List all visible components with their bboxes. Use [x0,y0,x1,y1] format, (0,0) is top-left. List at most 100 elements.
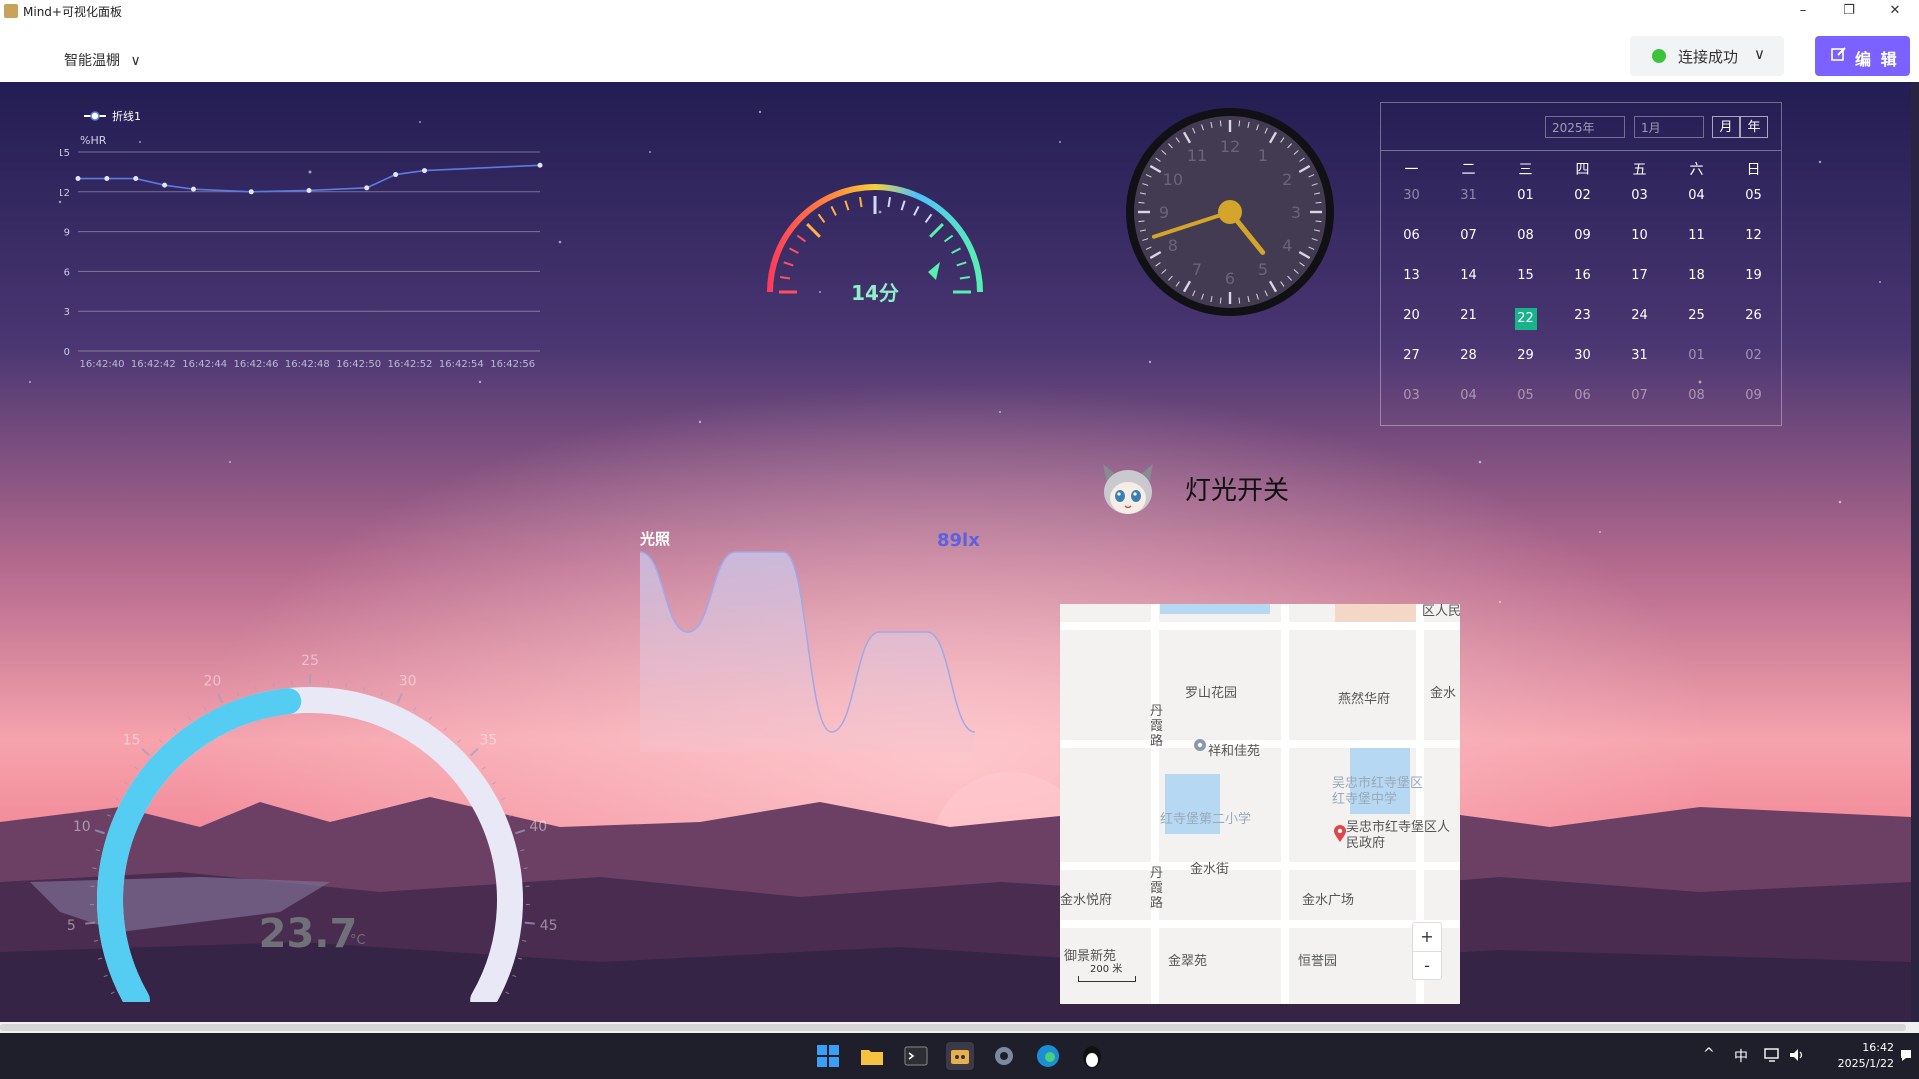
map-label: 丹霞路 [1150,704,1164,749]
project-selector[interactable]: 智能温棚 ∨ [64,50,141,70]
calendar-day[interactable]: 22 [1497,308,1554,330]
calendar-divider [1381,150,1781,151]
connection-status-dropdown[interactable]: 连接成功 ∨ [1630,36,1784,76]
calendar-day[interactable]: 12 [1725,228,1782,243]
calendar-day[interactable]: 08 [1668,388,1725,403]
gauge-tick [858,197,863,208]
calendar-day[interactable]: 09 [1725,388,1782,403]
calendar-day[interactable]: 26 [1725,308,1782,323]
volume-icon[interactable] [1788,1047,1806,1063]
calendar-day[interactable]: 03 [1383,388,1440,403]
calendar-day[interactable]: 31 [1440,188,1497,203]
calendar-day[interactable]: 07 [1611,388,1668,403]
maximize-button[interactable]: ❐ [1827,0,1871,22]
calendar-day[interactable]: 24 [1611,308,1668,323]
settings-button[interactable] [990,1042,1018,1070]
file-explorer-button[interactable] [858,1042,886,1070]
vertical-scrollbar[interactable] [1911,82,1919,1022]
gauge-tick [172,727,177,732]
calendar-day[interactable]: 19 [1725,268,1782,283]
y-tick-label: 9 [64,228,70,239]
calendar-day[interactable]: 09 [1554,228,1611,243]
edge-browser-button[interactable] [1034,1042,1062,1070]
calendar-day[interactable]: 14 [1440,268,1497,283]
gear-icon [995,1047,1013,1065]
calendar-day[interactable]: 27 [1383,348,1440,363]
start-button[interactable] [814,1042,842,1070]
calendar-day[interactable]: 08 [1497,228,1554,243]
calendar-day[interactable]: 04 [1440,388,1497,403]
calendar-day[interactable]: 06 [1383,228,1440,243]
calendar-day[interactable]: 10 [1611,228,1668,243]
edit-button[interactable]: 编 辑 [1815,36,1910,76]
map-label: 金翠苑 [1168,954,1208,969]
ime-indicator[interactable]: 中 [1734,1046,1748,1066]
calendar-day-label: 17 [1631,268,1648,283]
notification-icon[interactable] [1898,1047,1914,1063]
calendar-day[interactable]: 21 [1440,308,1497,323]
calendar-day[interactable]: 17 [1611,268,1668,283]
calendar-day[interactable]: 28 [1440,348,1497,363]
calendar-day[interactable]: 03 [1611,188,1668,203]
calendar-day[interactable]: 29 [1497,348,1554,363]
network-icon[interactable] [1764,1047,1782,1063]
calendar-day[interactable]: 01 [1668,348,1725,363]
close-button[interactable]: ✕ [1873,0,1917,22]
calendar-day[interactable]: 18 [1668,268,1725,283]
map-label: 罗山花园 [1185,686,1238,701]
gauge-tick [780,275,791,280]
tray-overflow-icon[interactable]: ^ [1703,1046,1715,1062]
weekday-header: 五 [1632,162,1647,178]
calendar-day[interactable]: 20 [1383,308,1440,323]
map-label: 丹霞路 [1150,866,1164,911]
scrollbar-thumb[interactable] [0,1024,1906,1031]
gauge-tick [523,867,528,869]
month-mode-button[interactable]: 月 [1712,116,1740,138]
calendar-day[interactable]: 06 [1554,388,1611,403]
light-switch-widget[interactable]: 灯光开关 [1095,454,1355,520]
month-input[interactable]: 1月 [1634,116,1704,138]
year-input[interactable]: 2025年 [1545,116,1625,138]
calendar-day[interactable]: 05 [1725,188,1782,203]
terminal-button[interactable] [902,1042,930,1070]
calendar-day-label: 29 [1517,348,1534,363]
minimize-button[interactable]: – [1781,0,1825,22]
calendar-day[interactable]: 02 [1725,348,1782,363]
calendar-day[interactable]: 31 [1611,348,1668,363]
calendar-day-label: 26 [1745,308,1762,323]
mindplus-app-button[interactable] [946,1042,974,1070]
gauge-tick [217,693,224,704]
calendar-day[interactable]: 23 [1554,308,1611,323]
map-widget[interactable]: 罗山花园 燕然华府 金水 丹霞路 祥和佳苑 吴忠市红寺堡区红寺堡中学 红寺堡第二… [1060,604,1460,1004]
gauge-tick [512,974,517,978]
gauge-tick [508,814,514,817]
map-pin-icon[interactable] [1333,825,1347,843]
clock-tick [1219,297,1222,304]
calendar-day[interactable]: 25 [1668,308,1725,323]
horizontal-scrollbar[interactable] [0,1022,1919,1033]
gauge-tick [501,797,506,801]
year-mode-button[interactable]: 年 [1740,116,1768,138]
zoom-in-button[interactable]: + [1413,923,1441,952]
calendar-day[interactable]: 04 [1668,188,1725,203]
zoom-out-button[interactable]: - [1413,952,1441,979]
calendar-day[interactable]: 30 [1554,348,1611,363]
map-zoom-control: + - [1412,922,1442,980]
calendar-day[interactable]: 30 [1383,188,1440,203]
calendar-day-label: 23 [1574,308,1591,323]
project-name: 智能温棚 [64,53,120,69]
calendar-day[interactable]: 16 [1554,268,1611,283]
qq-button[interactable] [1078,1042,1106,1070]
calendar-day[interactable]: 15 [1497,268,1554,283]
calendar-day[interactable]: 11 [1668,228,1725,243]
system-clock[interactable]: 16:42 2025/1/22 [1822,1040,1894,1072]
calendar-day[interactable]: 02 [1554,188,1611,203]
gauge-tick [141,748,151,757]
calendar-day[interactable]: 13 [1383,268,1440,283]
calendar-day[interactable]: 07 [1440,228,1497,243]
weekday-header: 四 [1575,162,1590,178]
calendar-day[interactable]: 01 [1497,188,1554,203]
gauge-tick [110,991,115,995]
calendar-day[interactable]: 05 [1497,388,1554,403]
x-tick-label: 16:42:42 [131,359,176,370]
